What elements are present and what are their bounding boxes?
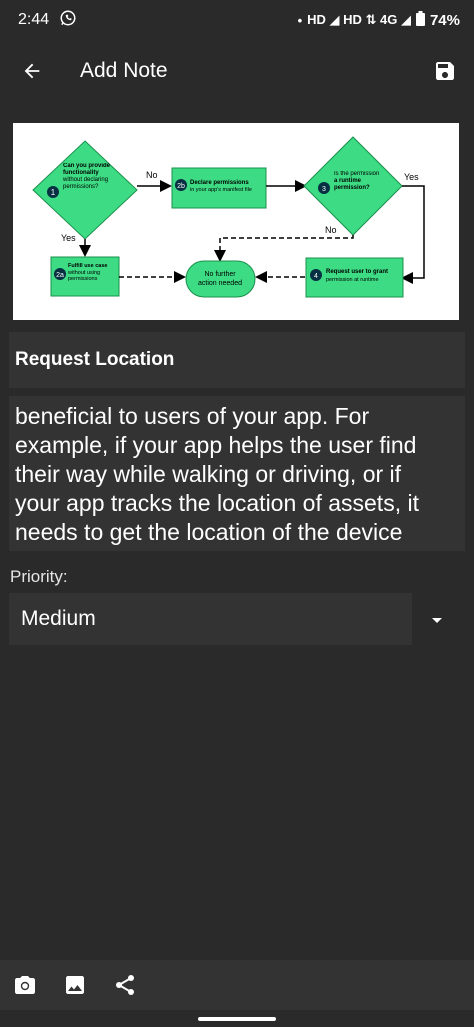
step-1-label: Can you provide functionalitywithout dec… — [63, 163, 110, 190]
permission-flowchart: 1 Can you provide functionalitywithout d… — [32, 136, 425, 298]
no-label-3: No — [325, 225, 337, 235]
body-line: your app tracks the location of assets, … — [15, 490, 419, 516]
body-line: example, if your app helps the user find — [15, 432, 417, 458]
back-button[interactable] — [0, 40, 64, 102]
step-3-num: 3 — [322, 186, 326, 193]
priority-selected-value: Medium — [21, 607, 96, 630]
notification-dot: • — [297, 12, 303, 28]
status-bar: 2:44 • HD ◢ HD ⇅ 4G ◢ 74% — [0, 0, 474, 40]
center-line-2: action needed — [198, 280, 242, 287]
step-2b-text: in your app's manifest file — [190, 187, 252, 193]
camera-icon[interactable] — [12, 972, 38, 998]
center-line-1: No further — [204, 271, 236, 278]
arrow-back-icon — [24, 63, 40, 79]
step-4-text: permission at runtime — [326, 277, 379, 283]
step-2a-num: 2a — [56, 272, 64, 279]
yes-label-3: Yes — [404, 172, 419, 182]
priority-select[interactable]: Medium — [9, 593, 412, 645]
whatsapp-icon — [59, 9, 77, 31]
battery-icon — [415, 11, 425, 29]
step-2b-title: Declare permissions — [190, 180, 249, 186]
note-body-input[interactable]: beneficial to users of your app. For exa… — [9, 396, 465, 551]
body-line: beneficial to users of your app. For — [15, 403, 370, 429]
note-title-input[interactable]: Request Location — [9, 332, 465, 388]
save-icon — [436, 62, 454, 80]
navigation-handle[interactable] — [198, 1017, 276, 1021]
step-3-label: Is the permissiona runtime permission? — [334, 171, 379, 191]
status-time: 2:44 — [18, 11, 50, 28]
step-4-title: Request user to grant — [326, 269, 388, 275]
toolbar: Add Note — [0, 40, 474, 102]
step-1-num: 1 — [51, 188, 56, 197]
page-title: Add Note — [80, 59, 168, 82]
no-further-action-shape — [185, 260, 256, 298]
body-line: needs to get the location of the device — [15, 519, 403, 545]
share-icon[interactable] — [112, 972, 138, 998]
image-icon[interactable] — [62, 972, 88, 998]
network-status: HD ◢ HD ⇅ 4G ◢ — [307, 12, 411, 27]
step-2a-label: Fulfill use casewithout using permission… — [68, 263, 107, 282]
no-label-1: No — [146, 170, 158, 180]
battery-level: 74% — [429, 11, 460, 29]
dropdown-arrow-icon[interactable] — [430, 613, 444, 623]
note-image[interactable]: 1 Can you provide functionality without d… — [13, 123, 459, 320]
body-line: their way while walking or driving, or i… — [15, 461, 402, 487]
step-2b-num: 2b — [177, 183, 185, 190]
status-indicators: • HD ◢ HD ⇅ 4G ◢ 74% — [298, 11, 460, 29]
yes-label-1: Yes — [61, 233, 76, 243]
save-button[interactable] — [428, 54, 462, 88]
bottom-action-bar — [0, 960, 474, 1010]
step-4-num: 4 — [314, 273, 318, 280]
priority-label: Priority: — [10, 567, 68, 586]
